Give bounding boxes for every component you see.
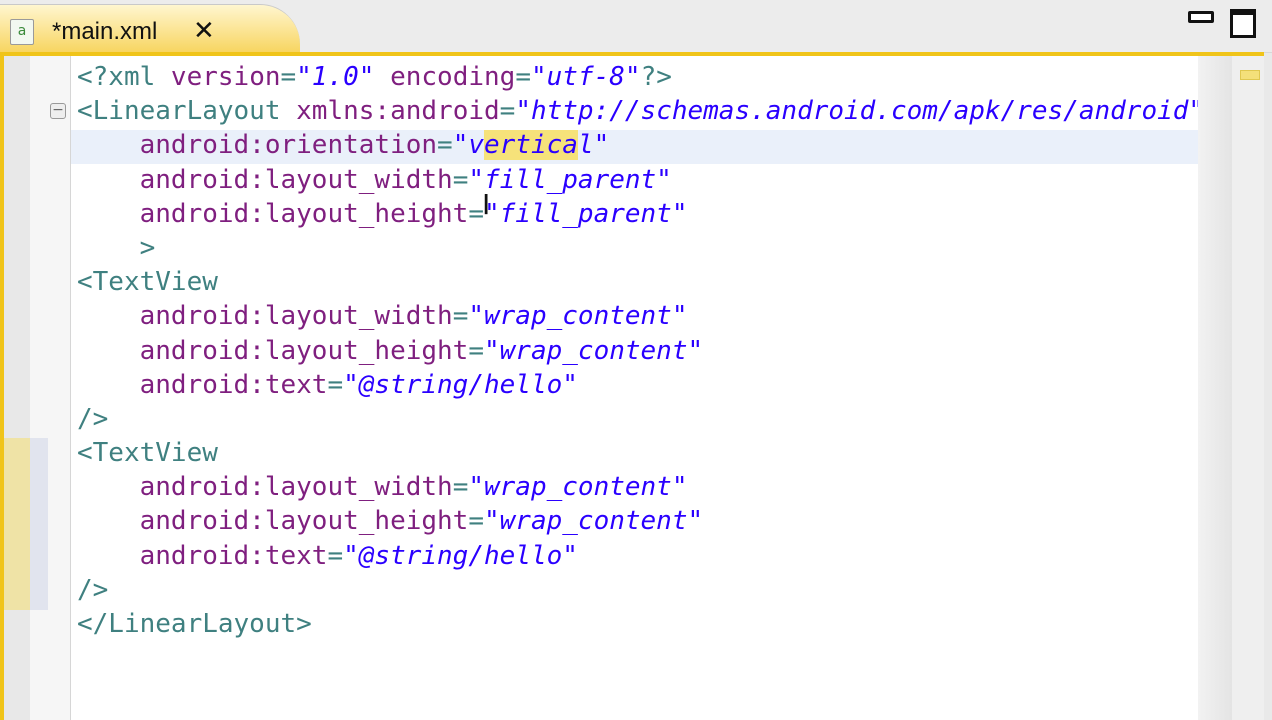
xml-value-token: "utf-8" <box>530 62 641 92</box>
xml-value-token: "fill_parent" <box>484 198 688 229</box>
xml-attribute-token: encoding <box>374 62 516 92</box>
fold-collapse-icon[interactable]: − <box>50 103 66 119</box>
xml-tag-token: </LinearLayout> <box>77 609 312 639</box>
code-line[interactable]: android:orientation="vertical" <box>77 128 1204 162</box>
xml-attribute-token: android:layout_width <box>77 164 453 195</box>
code-line[interactable]: android:layout_width="wrap_content" <box>77 470 1204 504</box>
annotation-ruler <box>4 56 30 720</box>
code-line[interactable]: android:layout_height="wrap_content" <box>77 334 1204 368</box>
code-line[interactable]: <TextView <box>77 436 1204 470</box>
xml-value-token: "wrap_content" <box>468 472 688 503</box>
xml-attribute-token: xmlns:android <box>296 96 500 127</box>
xml-tag-token: /> <box>77 574 109 605</box>
line-ruler <box>30 56 71 720</box>
xml-tag-token: = <box>327 540 344 571</box>
xml-attribute-token: android:layout_height <box>77 198 469 229</box>
xml-tag-token: = <box>468 506 484 537</box>
code-line[interactable]: > <box>77 231 1204 265</box>
code-line[interactable]: android:layout_height="fill_parent" <box>77 197 1204 231</box>
xml-attribute-token: android:layout_width <box>77 301 453 332</box>
code-line[interactable]: /> <box>77 573 1204 607</box>
code-line[interactable]: <?xml version="1.0" encoding="utf-8"?> <box>77 60 1204 94</box>
xml-attribute-token: android:layout_height <box>77 335 469 366</box>
maximize-icon[interactable] <box>1230 9 1256 38</box>
xml-value-token: "fill_parent" <box>468 164 672 195</box>
xml-editor[interactable]: − <?xml version="1.0" encoding="utf-8"?>… <box>0 52 1264 720</box>
xml-tag-token: = <box>515 62 531 92</box>
overview-ruler[interactable] <box>1232 56 1264 720</box>
code-line[interactable]: android:text="@string/hello" <box>77 539 1204 573</box>
xml-attribute-token: android:layout_width <box>77 472 453 503</box>
xml-tag-token: <?xml <box>77 62 171 92</box>
xml-attribute-token: android:orientation <box>77 130 438 161</box>
xml-tag-token: /> <box>77 403 109 434</box>
xml-tag-token: <TextView <box>77 438 218 469</box>
code-line[interactable]: </LinearLayout> <box>77 607 1204 641</box>
xml-tag-token: = <box>452 301 469 332</box>
editor-tab-strip: a *main.xml ✕ <box>0 0 1272 55</box>
tab-title: *main.xml <box>52 18 158 45</box>
xml-tag-token: <TextView <box>77 267 218 298</box>
xml-tag-token: = <box>452 164 469 195</box>
xml-file-icon: a <box>10 19 34 45</box>
xml-tag-token: ?> <box>640 62 672 92</box>
code-line[interactable]: android:layout_width="wrap_content" <box>77 299 1204 333</box>
minimize-icon[interactable] <box>1188 11 1214 23</box>
quick-diff-marker <box>30 438 48 610</box>
vertical-scrollbar[interactable] <box>1198 56 1232 720</box>
xml-tag-token: = <box>327 369 344 400</box>
xml-value-token: ertica <box>484 130 578 161</box>
xml-attribute-token: version <box>170 62 281 92</box>
change-marker <box>4 438 30 610</box>
tab-main-xml[interactable]: a *main.xml ✕ <box>0 4 300 55</box>
code-line[interactable]: <LinearLayout xmlns:android="http://sche… <box>77 94 1204 128</box>
code-line[interactable]: android:layout_height="wrap_content" <box>77 504 1204 538</box>
xml-value-token: l" <box>577 130 610 161</box>
xml-value-token: "v <box>452 130 484 161</box>
xml-attribute-token: android:layout_height <box>77 506 469 537</box>
xml-attribute-token: android:text <box>77 369 328 400</box>
xml-attribute-token: android:text <box>77 540 328 571</box>
xml-tag-token: = <box>499 96 516 127</box>
code-line[interactable]: android:text="@string/hello" <box>77 368 1204 402</box>
xml-value-token: "1.0" <box>296 62 375 92</box>
code-line[interactable]: /> <box>77 402 1204 436</box>
close-icon[interactable]: ✕ <box>193 16 215 46</box>
xml-tag-token: <LinearLayout <box>77 96 297 127</box>
xml-value-token: "@string/hello" <box>343 369 578 400</box>
code-line[interactable]: android:layout_width="fill_parent" <box>77 163 1204 197</box>
code-area[interactable]: <?xml version="1.0" encoding="utf-8"?> <L… <box>77 60 1204 641</box>
xml-value-token: "wrap_content" <box>468 301 688 332</box>
xml-value-token: "wrap_content" <box>484 506 704 537</box>
xml-tag-token: = <box>468 335 484 366</box>
xml-value-token: "wrap_content" <box>484 335 704 366</box>
xml-value-token: "http://schemas.android.com/apk/res/andr… <box>515 96 1205 127</box>
code-line[interactable]: <TextView <box>77 265 1204 299</box>
xml-tag-token: = <box>437 130 453 161</box>
xml-tag-token: = <box>280 62 297 92</box>
xml-value-token: "@string/hello" <box>343 540 578 571</box>
text-cursor-icon: I <box>482 188 491 221</box>
xml-tag-token: > <box>77 232 156 263</box>
xml-tag-token: = <box>452 472 469 503</box>
occurrence-marker[interactable] <box>1240 70 1260 80</box>
